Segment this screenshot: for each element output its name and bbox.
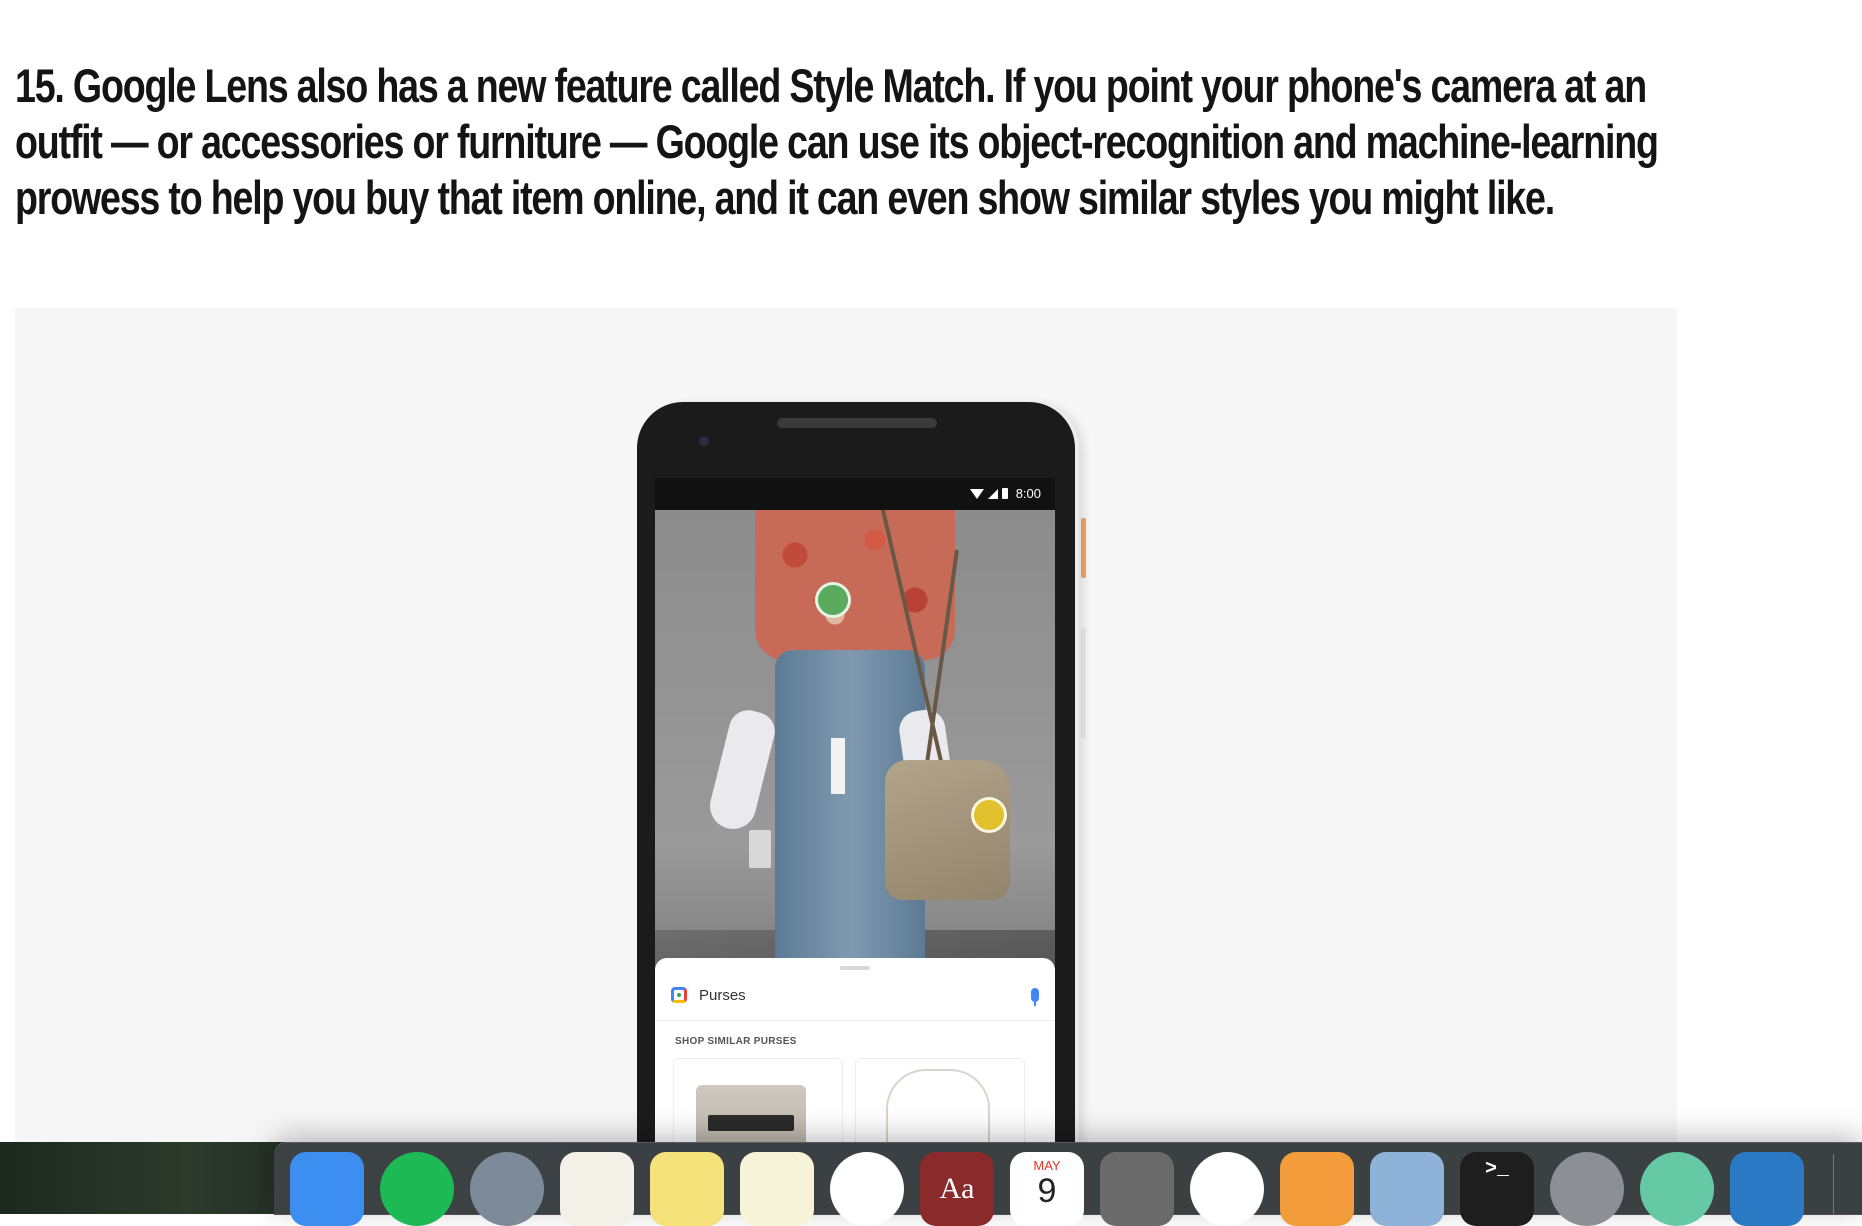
dock-item-launchpad[interactable]	[470, 1152, 544, 1226]
mic-icon[interactable]	[1031, 988, 1039, 1006]
terminal-icon-label: >_	[1484, 1158, 1509, 1181]
lens-bag-dot[interactable]	[971, 797, 1007, 833]
front-camera-icon	[699, 436, 709, 446]
dock-item-dictionary[interactable]: Aa	[920, 1152, 994, 1226]
wall-outlet	[749, 830, 771, 868]
dock-item-terminal[interactable]: >_	[1460, 1152, 1534, 1226]
mannequin-blouse	[755, 510, 955, 660]
dock-item-pages[interactable]	[1280, 1152, 1354, 1226]
dock-item-stickies[interactable]	[650, 1152, 724, 1226]
dock-item-preview[interactable]	[1370, 1152, 1444, 1226]
lens-results-sheet: Purses SHOP SIMILAR PURSES	[655, 958, 1055, 1164]
dock-item-calendar[interactable]: MAY 9	[1010, 1152, 1084, 1226]
calendar-month: MAY	[1033, 1158, 1061, 1173]
dock-item-photos[interactable]	[1190, 1152, 1264, 1226]
sheet-divider	[655, 1020, 1055, 1021]
phone-power-button	[1081, 628, 1086, 738]
article-headline: 15. Google Lens also has a new feature c…	[15, 59, 1659, 224]
dictionary-icon-label: Aa	[939, 1172, 975, 1205]
phone-screen: 8:00 Purses SHOP SIMILAR PURSES	[655, 478, 1055, 1164]
wifi-icon	[969, 488, 984, 499]
price-tag	[831, 738, 845, 794]
calendar-day: 9	[1037, 1172, 1057, 1210]
status-time: 8:00	[1015, 486, 1041, 501]
mannequin-left-hand	[705, 706, 779, 834]
phone-speaker	[777, 418, 937, 428]
shop-similar-label: SHOP SIMILAR PURSES	[675, 1036, 797, 1047]
dock-item-calculator[interactable]	[1100, 1152, 1174, 1226]
signal-icon	[987, 488, 998, 499]
google-lens-icon	[671, 987, 687, 1003]
phone: 8:00 Purses SHOP SIMILAR PURSES	[637, 402, 1075, 1164]
dock-item-vscode[interactable]	[1730, 1152, 1804, 1226]
dock-item-chrome[interactable]	[830, 1152, 904, 1226]
dock-item-contacts[interactable]	[560, 1152, 634, 1226]
dock-item-notes[interactable]	[740, 1152, 814, 1226]
lens-query: Purses	[699, 986, 746, 1004]
dock-item-atom[interactable]	[1640, 1152, 1714, 1226]
purse-image	[886, 1069, 990, 1153]
dock-divider	[1833, 1154, 1834, 1214]
dock-item-system-preferences[interactable]	[1550, 1152, 1624, 1226]
sheet-drag-handle[interactable]	[840, 966, 870, 970]
dock-item-finder[interactable]	[290, 1152, 364, 1226]
dock-item-spotify[interactable]	[380, 1152, 454, 1226]
lens-search-bar[interactable]: Purses	[671, 980, 1039, 1010]
phone-volume-button	[1081, 518, 1086, 578]
lens-blouse-dot[interactable]	[815, 582, 851, 618]
camera-viewfinder[interactable]	[655, 510, 1055, 990]
status-bar: 8:00	[655, 478, 1055, 510]
battery-icon	[1001, 488, 1008, 499]
video-frame[interactable]: 8:00 Purses SHOP SIMILAR PURSES	[15, 308, 1677, 1164]
